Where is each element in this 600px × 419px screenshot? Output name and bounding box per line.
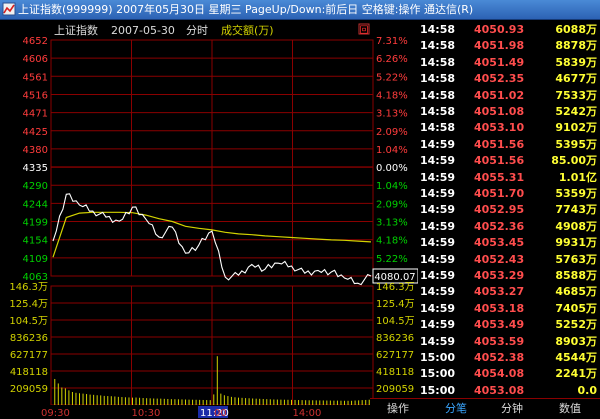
volume-y-tick-right: 836236: [376, 333, 414, 344]
y-tick-right: 7.31%: [376, 36, 408, 47]
volume-y-tick-right: 209059: [376, 384, 414, 395]
y-tick-left: 4380: [23, 145, 48, 156]
y-tick-left: 4425: [23, 127, 48, 138]
volume-y-tick-left: 104.5万: [9, 316, 48, 327]
window-title-bar[interactable]: 上证指数(999999) 2007年05月30日 星期三 PageUp/Down…: [0, 0, 600, 20]
panel-tab-bar: 操作 分笔 分钟 数值: [370, 398, 600, 419]
volume-y-tick-left: 146.3万: [9, 282, 48, 293]
tick-time: 15:00: [420, 383, 456, 397]
y-tick-left: 4335: [23, 163, 48, 174]
x-tick-label: 14:00: [293, 408, 322, 418]
y-tick-left: 4109: [23, 254, 48, 265]
y-tick-right: 6.26%: [376, 54, 408, 65]
tab-ticks[interactable]: 分笔: [428, 399, 484, 419]
y-tick-right: 3.13%: [376, 109, 408, 120]
app-logo-icon: [2, 2, 16, 16]
y-tick-left: 4606: [23, 54, 48, 65]
tab-minutes[interactable]: 分钟: [484, 399, 540, 419]
y-tick-left: 4199: [23, 218, 48, 229]
x-tick-label: 10:30: [132, 408, 161, 418]
intraday-chart-area[interactable]: 上证指数 2007-05-30 分时 成交额(万) 回 4652 7.31% 4606 6.26…: [0, 20, 418, 418]
y-tick-right: 5.22%: [376, 72, 408, 83]
volume-y-tick-right: 104.5万: [376, 316, 415, 327]
volume-y-tick-right: 125.4万: [376, 299, 415, 310]
volume-y-tick-left: 418118: [10, 367, 48, 378]
chart-mode: 分时: [186, 24, 208, 37]
chart-date: 2007-05-30: [111, 24, 175, 37]
chart-symbol-name: 上证指数: [54, 23, 98, 37]
volume-y-tick-left: 627177: [10, 350, 48, 361]
y-tick-right: 4.18%: [376, 236, 408, 247]
window-title: 上证指数(999999) 2007年05月30日 星期三 PageUp/Down…: [18, 3, 474, 16]
y-tick-left: 4652: [23, 36, 48, 47]
tick-volume: 0.0: [577, 383, 598, 397]
y-tick-left: 4516: [23, 90, 48, 101]
y-tick-left: 4154: [23, 236, 48, 247]
y-tick-right: 2.09%: [376, 127, 408, 138]
corner-glyph: 回: [359, 25, 368, 36]
volume-y-tick-left: 836236: [10, 333, 48, 344]
volume-y-tick-left: 209059: [10, 384, 48, 395]
y-tick-left: 4561: [23, 72, 48, 83]
y-tick-right: 3.13%: [376, 218, 408, 229]
x-tick-label: 00: [214, 408, 227, 418]
y-tick-right: 1.04%: [376, 181, 408, 192]
x-tick-label: 09:30: [41, 408, 70, 418]
tick-row[interactable]: 15:00 4053.08 0.0: [418, 381, 600, 400]
y-tick-right: 1.04%: [376, 145, 408, 156]
tick-list-panel[interactable]: 14:58 4050.93 6088万 14:58 4051.98 8878万 14:58 4…: [418, 20, 600, 398]
volume-y-tick-right: 146.3万: [376, 282, 415, 293]
tick-price: 4053.08: [474, 383, 525, 397]
y-tick-right: 5.22%: [376, 254, 408, 265]
y-tick-left: 4290: [23, 181, 48, 192]
volume-y-tick-right: 627177: [376, 350, 414, 361]
y-tick-left: 4471: [23, 109, 48, 120]
chart-background: [0, 20, 418, 418]
tab-operate[interactable]: 操作: [370, 399, 426, 419]
y-tick-right: 2.09%: [376, 199, 408, 210]
volume-y-tick-left: 125.4万: [9, 299, 48, 310]
y-tick-left: 4244: [23, 199, 48, 210]
volume-y-tick-right: 418118: [376, 367, 414, 378]
y-tick-right: 4.18%: [376, 90, 408, 101]
volume-label: 成交额(万): [221, 23, 274, 37]
tab-values[interactable]: 数值: [542, 399, 598, 419]
y-tick-right: 0.00%: [376, 163, 408, 174]
intraday-chart[interactable]: 上证指数 2007-05-30 分时 成交额(万) 回 4652 7.31% 4606 6.26…: [0, 20, 418, 418]
